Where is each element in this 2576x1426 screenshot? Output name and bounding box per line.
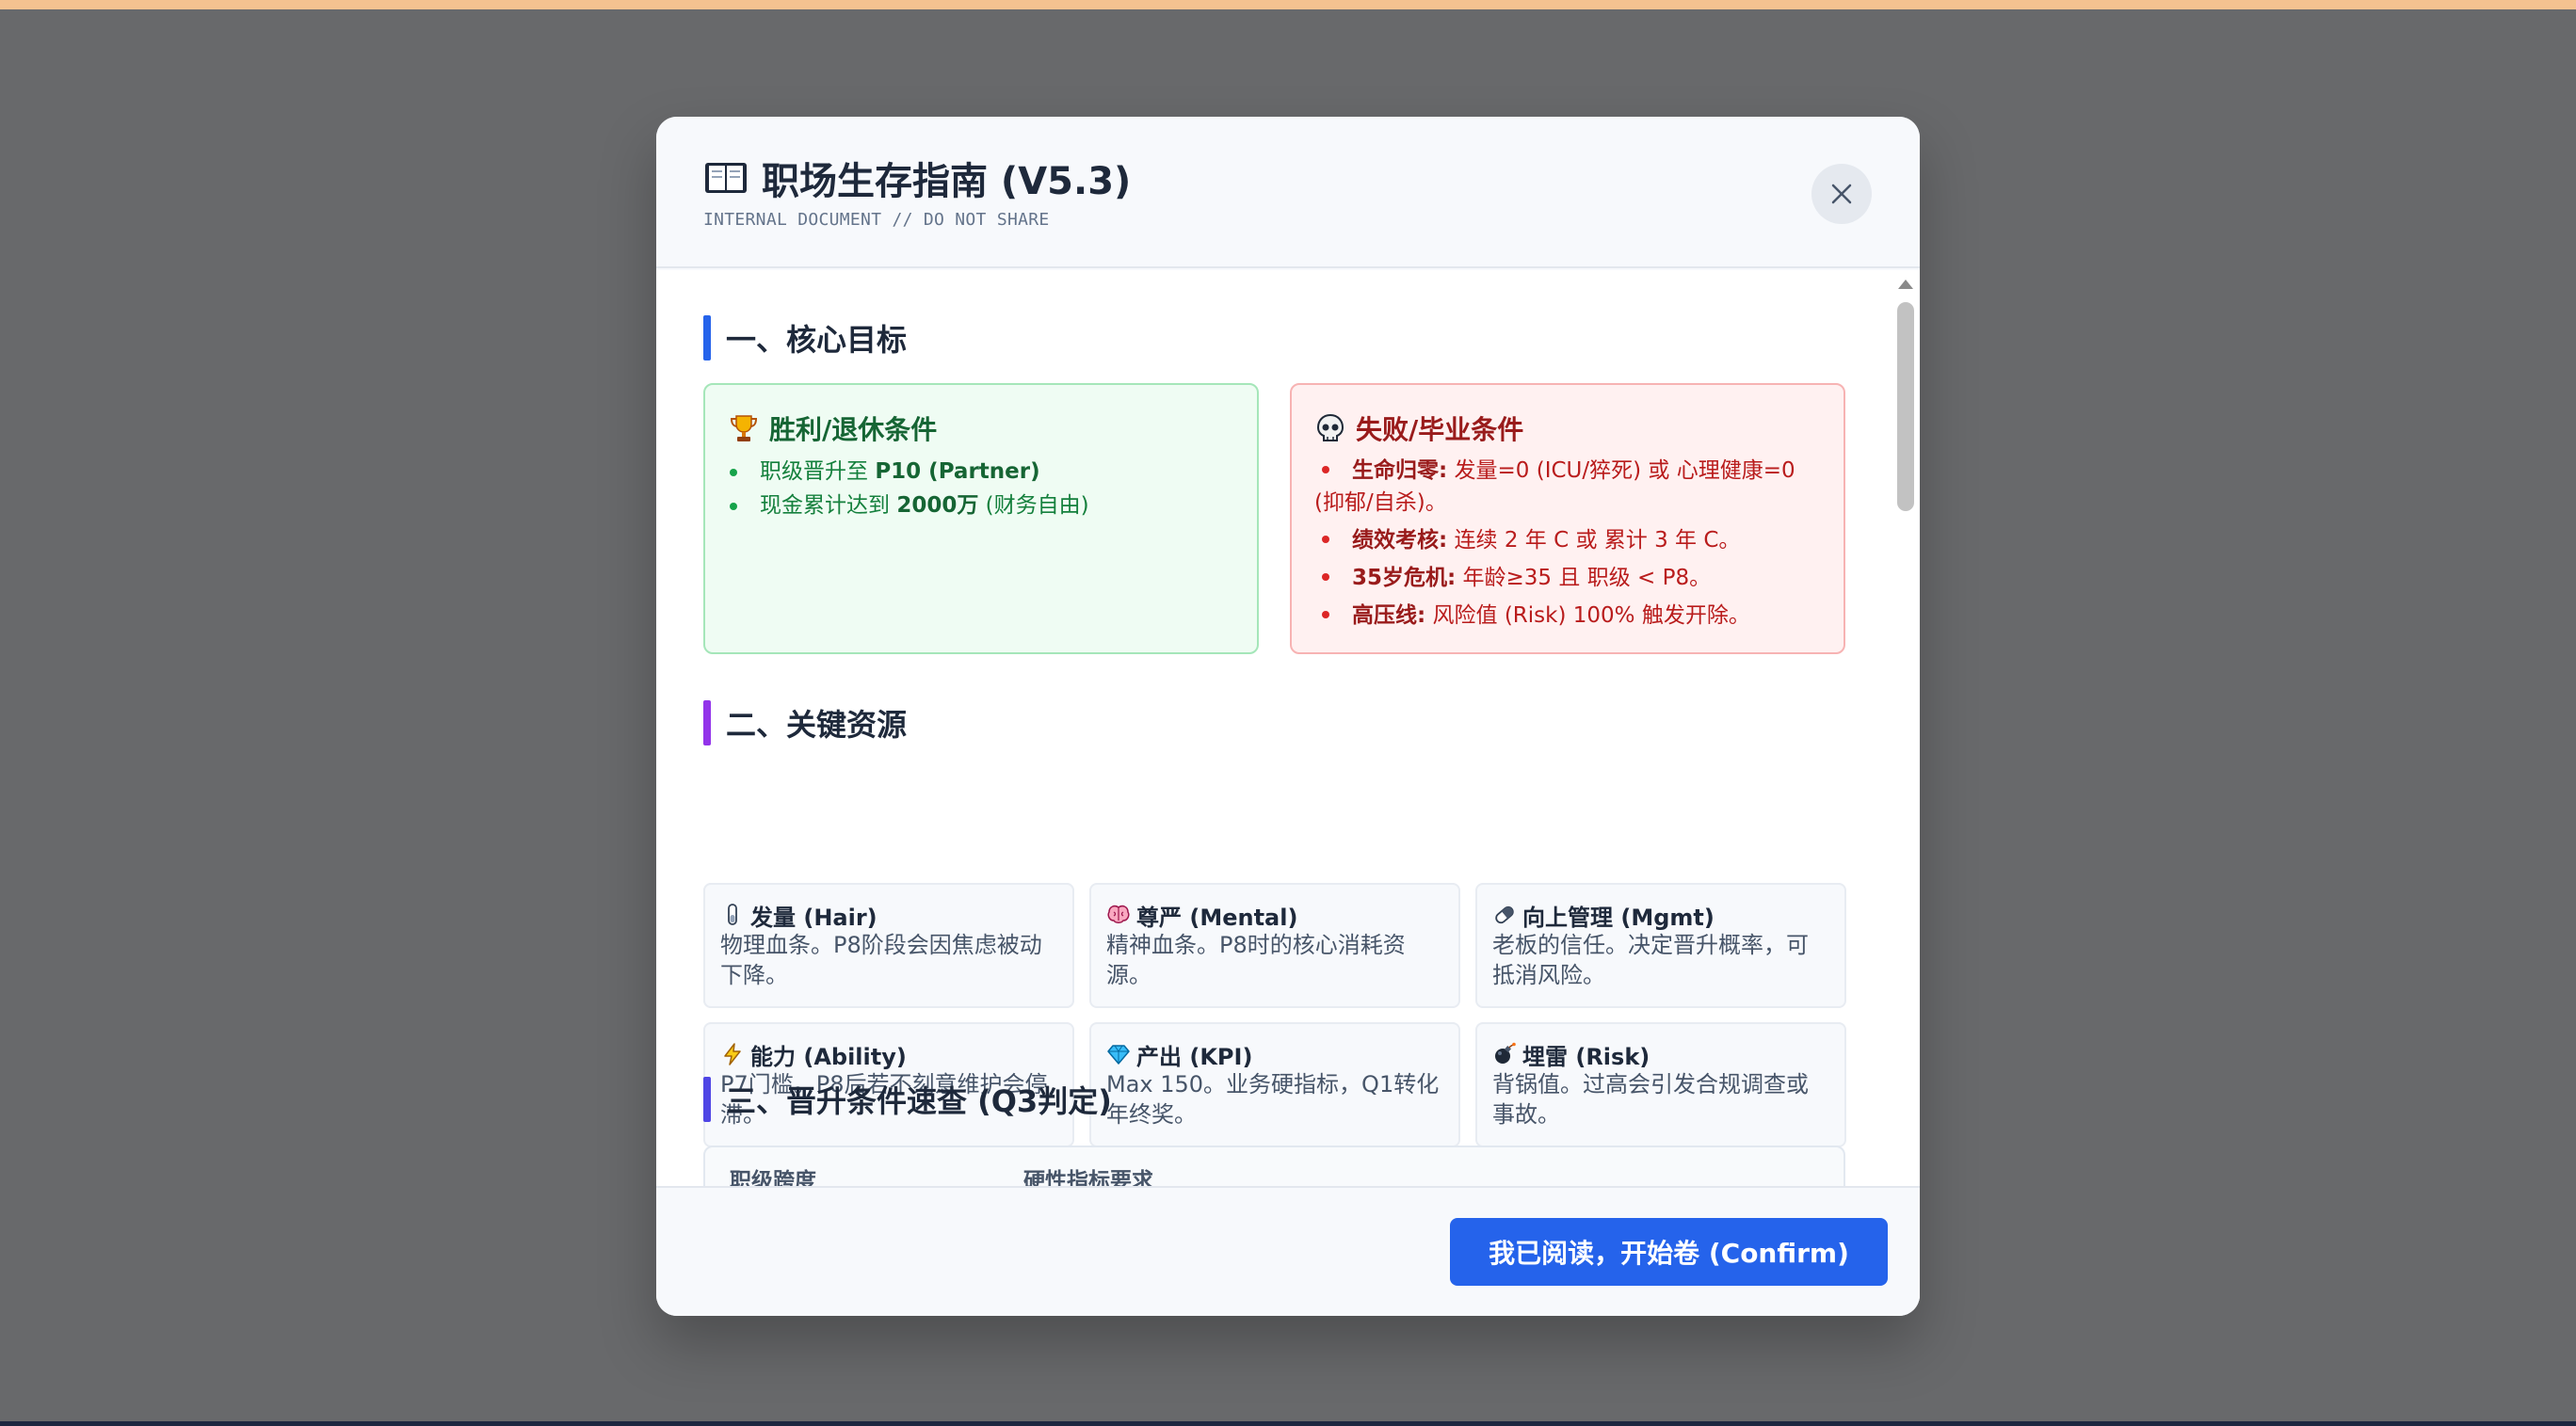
title-row: 职场生存指南 (V5.3): [703, 151, 1131, 205]
resource-title: 产出 (KPI): [1136, 1043, 1253, 1070]
lose-card-title: 失败/毕业条件: [1356, 414, 1524, 445]
list-item: 35岁危机: 年龄≥35 且 职级 < P8。: [1314, 562, 1823, 594]
resource-card-hair: 发量 (Hair) 物理血条。P8阶段会因焦虑被动下降。: [703, 883, 1074, 1008]
confirm-button[interactable]: 我已阅读，开始卷 (Confirm): [1450, 1218, 1888, 1286]
modal-header: 职场生存指南 (V5.3) INTERNAL DOCUMENT // DO NO…: [656, 117, 1920, 268]
modal-title: 职场生存指南 (V5.3): [762, 160, 1132, 203]
list-item: 生命归零: 发量=0 (ICU/猝死) 或 心理健康=0 (抑郁/自杀)。: [1314, 458, 1795, 515]
resource-card-risk: 埋雷 (Risk) 背锅值。过高会引发合规调查或事故。: [1475, 1022, 1846, 1147]
guide-modal: 职场生存指南 (V5.3) INTERNAL DOCUMENT // DO NO…: [656, 117, 1920, 1316]
close-icon: [1831, 184, 1852, 204]
modal-footer: 我已阅读，开始卷 (Confirm): [656, 1186, 1920, 1316]
lose-conditions-card: 失败/毕业条件 生命归零: 发量=0 (ICU/猝死) 或 心理健康=0 (抑郁…: [1290, 383, 1845, 654]
list-item: 现金累计达到 2000万 (财务自由): [728, 489, 1236, 522]
lightning-icon: [724, 1043, 741, 1065]
close-button[interactable]: [1811, 164, 1872, 224]
resource-desc: 背锅值。过高会引发合规调查或事故。: [1492, 1071, 1809, 1128]
gem-icon: [1107, 1045, 1130, 1065]
section-heading-promotion: 三、晋升条件速查 (Q3判定): [703, 1077, 1112, 1122]
scroll-content[interactable]: 一、核心目标 胜利/退休条件 职级晋升至 P10 (Partner) 现金累计达…: [656, 270, 1892, 1301]
test-tube-icon: [728, 904, 737, 925]
section-heading-resources: 二、关键资源: [703, 700, 907, 745]
resource-card-mgmt: 向上管理 (Mgmt) 老板的信任。决定晋升概率，可抵消风险。: [1475, 883, 1846, 1008]
section-heading-goals: 一、核心目标: [703, 315, 907, 361]
resource-card-mental: 尊严 (Mental) 精神血条。P8时的核心消耗资源。: [1089, 883, 1460, 1008]
list-item: 职级晋升至 P10 (Partner): [728, 455, 1236, 489]
trophy-icon: [730, 415, 758, 441]
win-conditions-card: 胜利/退休条件 职级晋升至 P10 (Partner) 现金累计达到 2000万…: [703, 383, 1259, 654]
resource-title: 埋雷 (Risk): [1522, 1043, 1650, 1070]
resource-desc: 物理血条。P8阶段会因焦虑被动下降。: [720, 932, 1042, 988]
section-title: 一、核心目标: [726, 322, 908, 358]
skull-icon: [1316, 413, 1344, 441]
resource-desc: 老板的信任。决定晋升概率，可抵消风险。: [1492, 932, 1809, 988]
section-accent-bar: [703, 700, 711, 745]
resource-title: 能力 (Ability): [750, 1043, 907, 1070]
list-item: 高压线: 风险值 (Risk) 100% 触发开除。: [1314, 600, 1823, 632]
modal-subtitle: INTERNAL DOCUMENT // DO NOT SHARE: [703, 210, 1050, 230]
pill-icon: [1495, 905, 1514, 924]
resource-title: 发量 (Hair): [750, 904, 877, 931]
open-book-icon: [705, 163, 747, 193]
list-item: 绩效考核: 连续 2 年 C 或 累计 3 年 C。: [1314, 524, 1823, 556]
lose-conditions-list: 生命归零: 发量=0 (ICU/猝死) 或 心理健康=0 (抑郁/自杀)。 绩效…: [1314, 455, 1823, 632]
section-accent-bar: [703, 1077, 711, 1122]
top-accent-strip: [0, 0, 2576, 9]
resource-title: 尊严 (Mental): [1136, 904, 1298, 931]
resource-desc: Max 150。业务硬指标，Q1转化年终奖。: [1106, 1071, 1440, 1128]
brain-icon: [1107, 905, 1130, 923]
bomb-icon: [1495, 1042, 1516, 1064]
taskbar-strip: [0, 1421, 2576, 1426]
resource-card-kpi: 产出 (KPI) Max 150。业务硬指标，Q1转化年终奖。: [1089, 1022, 1460, 1147]
vertical-scrollbar[interactable]: [1892, 270, 1920, 1301]
section-title: 三、晋升条件速查 (Q3判定): [726, 1083, 1112, 1119]
scroll-up-arrow-icon[interactable]: [1898, 280, 1913, 289]
modal-body: 一、核心目标 胜利/退休条件 职级晋升至 P10 (Partner) 现金累计达…: [656, 270, 1920, 1303]
resource-title: 向上管理 (Mgmt): [1522, 904, 1715, 931]
section-title: 二、关键资源: [726, 707, 908, 743]
win-card-title: 胜利/退休条件: [769, 414, 938, 445]
resource-desc: 精神血条。P8时的核心消耗资源。: [1106, 932, 1406, 988]
scroll-thumb[interactable]: [1897, 302, 1914, 511]
section-accent-bar: [703, 315, 711, 361]
win-conditions-list: 职级晋升至 P10 (Partner) 现金累计达到 2000万 (财务自由): [728, 455, 1236, 522]
